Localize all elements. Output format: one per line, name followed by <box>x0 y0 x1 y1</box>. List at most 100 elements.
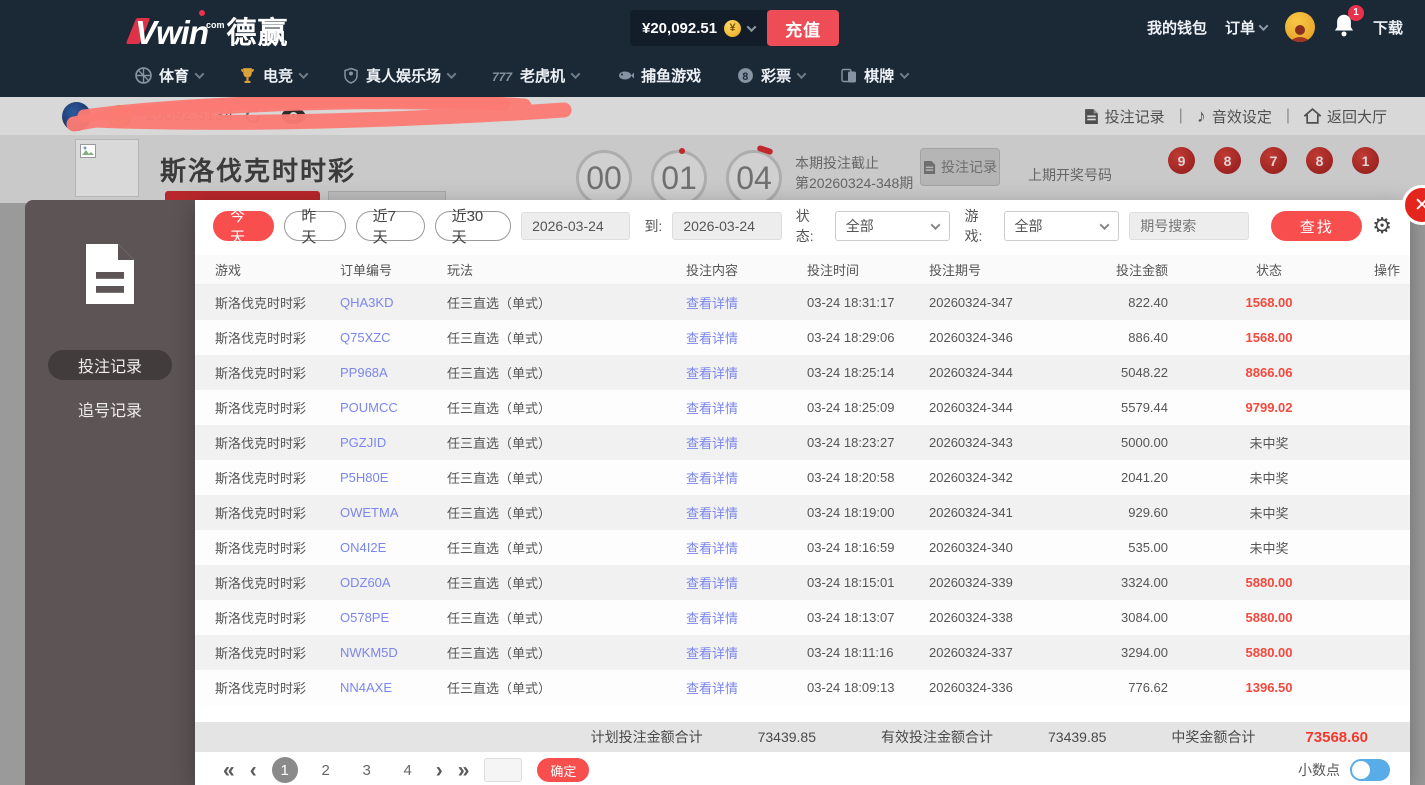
table-row: 斯洛伐克时时彩 P5H80E 任三直选（单式） 查看详情 03-24 18:20… <box>195 460 1410 495</box>
cell-order-link[interactable]: ON4I2E <box>340 540 447 555</box>
page-4-button[interactable]: 4 <box>395 757 421 783</box>
home-icon <box>1304 108 1321 124</box>
search-button[interactable]: 查找 <box>1271 211 1362 241</box>
cell-detail-link[interactable]: 查看详情 <box>637 363 787 382</box>
orders-link[interactable]: 订单 <box>1225 17 1267 38</box>
page-2-button[interactable]: 2 <box>313 757 339 783</box>
main-nav: 体育 电竞 真人娱乐场 777 老虎机 捕鱼游戏 8 彩票 棋牌 <box>0 54 1425 97</box>
cell-detail-link[interactable]: 查看详情 <box>637 328 787 347</box>
cell-play: 任三直选（单式） <box>447 468 637 487</box>
cell-detail-link[interactable]: 查看详情 <box>637 573 787 592</box>
brand-logo[interactable]: Vwin com 德赢 <box>135 8 289 52</box>
page-3-button[interactable]: 3 <box>354 757 380 783</box>
period-search-input[interactable] <box>1129 212 1249 240</box>
page-confirm-button[interactable]: 确定 <box>537 758 589 782</box>
game-bet-record-button[interactable]: 投注记录 <box>920 148 1000 186</box>
cell-order-link[interactable]: Q75XZC <box>340 330 447 345</box>
cell-order-link[interactable]: PP968A <box>340 365 447 380</box>
chevron-down-icon <box>931 220 941 230</box>
nav-label: 棋牌 <box>864 65 894 86</box>
cell-order-link[interactable]: QHA3KD <box>340 295 447 310</box>
page-1-button[interactable]: 1 <box>272 757 298 783</box>
cell-order-link[interactable]: OWETMA <box>340 505 447 520</box>
nav-board-games[interactable]: 棋牌 <box>841 65 908 86</box>
quick-filter-today[interactable]: 今天 <box>213 211 274 241</box>
page-jump-input[interactable] <box>484 758 522 782</box>
svg-text:8: 8 <box>742 71 748 83</box>
cell-period: 20260324-337 <box>909 645 1069 660</box>
cell-detail-link[interactable]: 查看详情 <box>637 468 787 487</box>
sound-settings-link[interactable]: ♪ 音效设定 <box>1197 106 1272 127</box>
cell-order-link[interactable]: O578PE <box>340 610 447 625</box>
bet-record-link[interactable]: 投注记录 <box>1084 106 1165 127</box>
cell-order-link[interactable]: POUMCC <box>340 400 447 415</box>
my-wallet-link[interactable]: 我的钱包 <box>1147 17 1207 38</box>
table-body: 斯洛伐克时时彩 QHA3KD 任三直选（单式） 查看详情 03-24 18:31… <box>195 285 1410 705</box>
user-avatar[interactable] <box>1285 12 1315 42</box>
visibility-toggle[interactable] <box>280 106 307 126</box>
sidebar-item-chase-record[interactable]: 追号记录 <box>48 394 172 424</box>
cell-order-link[interactable]: NN4AXE <box>340 680 447 695</box>
cell-detail-link[interactable]: 查看详情 <box>637 643 787 662</box>
nav-sports[interactable]: 体育 <box>135 65 203 86</box>
cell-detail-link[interactable]: 查看详情 <box>637 538 787 557</box>
cell-status: 1568.00 <box>1174 295 1364 310</box>
gear-icon[interactable]: ⚙ <box>1372 215 1392 237</box>
cell-order-link[interactable]: P5H80E <box>340 470 447 485</box>
notifications-button[interactable]: 1 <box>1333 13 1355 42</box>
nav-esports[interactable]: 电竞 <box>239 65 307 86</box>
cell-detail-link[interactable]: 查看详情 <box>637 398 787 417</box>
download-link[interactable]: 下载 <box>1373 17 1403 38</box>
status-select[interactable]: 全部 <box>835 211 951 241</box>
next-page-button[interactable]: › <box>436 760 443 781</box>
quick-filter-yesterday[interactable]: 昨天 <box>284 211 345 241</box>
cell-play: 任三直选（单式） <box>447 398 637 417</box>
back-lobby-link[interactable]: 返回大厅 <box>1304 106 1387 127</box>
cell-status: 5880.00 <box>1174 610 1364 625</box>
user-avatar-small[interactable] <box>62 102 91 131</box>
date-from-input[interactable]: 2026-03-24 <box>521 212 630 240</box>
nav-lottery[interactable]: 8 彩票 <box>737 65 805 86</box>
cell-detail-link[interactable]: 查看详情 <box>637 678 787 697</box>
current-period: 第20260324-348期 <box>795 173 913 193</box>
nav-label: 体育 <box>159 65 189 86</box>
prev-page-button[interactable]: ‹ <box>250 760 257 781</box>
valid-total-label: 有效投注金额合计 <box>881 727 993 747</box>
cell-period: 20260324-342 <box>909 470 1069 485</box>
nav-slots[interactable]: 777 老虎机 <box>491 65 579 86</box>
first-page-button[interactable]: « <box>223 760 235 781</box>
quick-filter-7days[interactable]: 近7天 <box>356 211 425 241</box>
cell-detail-link[interactable]: 查看详情 <box>637 608 787 627</box>
draw-ball: 9 <box>1168 147 1195 174</box>
refresh-button[interactable] <box>243 106 263 126</box>
last-page-button[interactable]: » <box>458 760 470 781</box>
win-total-label: 中奖金额合计 <box>1171 727 1255 747</box>
nav-label: 捕鱼游戏 <box>641 65 701 86</box>
cell-detail-link[interactable]: 查看详情 <box>637 503 787 522</box>
cell-detail-link[interactable]: 查看详情 <box>637 433 787 452</box>
col-header-play: 玩法 <box>447 260 637 279</box>
sidebar-item-bet-record[interactable]: 投注记录 <box>48 350 172 380</box>
modal-sidebar: 投注记录 追号记录 <box>25 200 195 785</box>
recharge-button[interactable]: 充值 <box>767 10 839 46</box>
cell-amount: 3324.00 <box>1069 575 1174 590</box>
game-select[interactable]: 全部 <box>1004 211 1120 241</box>
cell-amount: 3294.00 <box>1069 645 1174 660</box>
col-header-action: 操作 <box>1364 260 1410 279</box>
quick-filter-30days[interactable]: 近30天 <box>435 211 512 241</box>
cell-play: 任三直选（单式） <box>447 643 637 662</box>
coin-icon: ¥ <box>724 20 741 37</box>
cell-order-link[interactable]: ODZ60A <box>340 575 447 590</box>
date-to-input[interactable]: 2026-03-24 <box>672 212 781 240</box>
sound-settings-label: 音效设定 <box>1212 106 1272 127</box>
decimal-toggle[interactable] <box>1350 759 1390 781</box>
nav-fishing[interactable]: 捕鱼游戏 <box>615 65 701 86</box>
cell-order-link[interactable]: NWKM5D <box>340 645 447 660</box>
cell-amount: 535.00 <box>1069 540 1174 555</box>
table-row: 斯洛伐克时时彩 PP968A 任三直选（单式） 查看详情 03-24 18:25… <box>195 355 1410 390</box>
cell-detail-link[interactable]: 查看详情 <box>637 293 787 312</box>
balance-dropdown[interactable]: ¥20,092.51 ¥ <box>630 10 767 46</box>
bet-record-doc-icon <box>80 242 140 306</box>
nav-live-casino[interactable]: 真人娱乐场 <box>343 65 455 86</box>
cell-order-link[interactable]: PGZJID <box>340 435 447 450</box>
